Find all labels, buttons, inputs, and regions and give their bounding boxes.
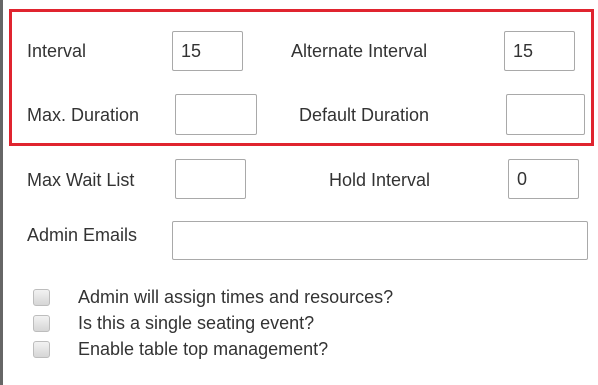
single-seating-checkbox[interactable] <box>33 314 50 332</box>
option-single-seating[interactable]: Is this a single seating event? <box>33 312 393 334</box>
admin-assign-checkbox[interactable] <box>33 288 50 306</box>
interval-label: Interval <box>27 41 87 61</box>
left-edge-rule <box>0 0 3 385</box>
table-top-label: Enable table top management? <box>78 339 329 359</box>
table-top-checkbox[interactable] <box>33 340 50 358</box>
alternate-interval-label: Alternate Interval <box>291 41 428 61</box>
option-admin-assign[interactable]: Admin will assign times and resources? <box>33 286 393 308</box>
max-wait-list-input[interactable] <box>175 159 246 199</box>
admin-emails-input[interactable] <box>172 221 588 260</box>
max-duration-label: Max. Duration <box>27 105 140 125</box>
single-seating-label: Is this a single seating event? <box>78 313 315 333</box>
max-wait-list-label: Max Wait List <box>27 170 135 190</box>
interval-input[interactable] <box>172 31 243 71</box>
admin-assign-label: Admin will assign times and resources? <box>78 287 394 307</box>
option-table-top[interactable]: Enable table top management? <box>33 338 393 360</box>
alternate-interval-input[interactable] <box>504 31 575 71</box>
max-duration-input[interactable] <box>175 94 257 135</box>
default-duration-label: Default Duration <box>299 105 430 125</box>
options-list: Admin will assign times and resources? I… <box>33 286 393 360</box>
hold-interval-label: Hold Interval <box>329 170 431 190</box>
default-duration-input[interactable] <box>506 94 585 135</box>
hold-interval-input[interactable] <box>508 159 579 199</box>
admin-emails-label: Admin Emails <box>27 225 138 245</box>
